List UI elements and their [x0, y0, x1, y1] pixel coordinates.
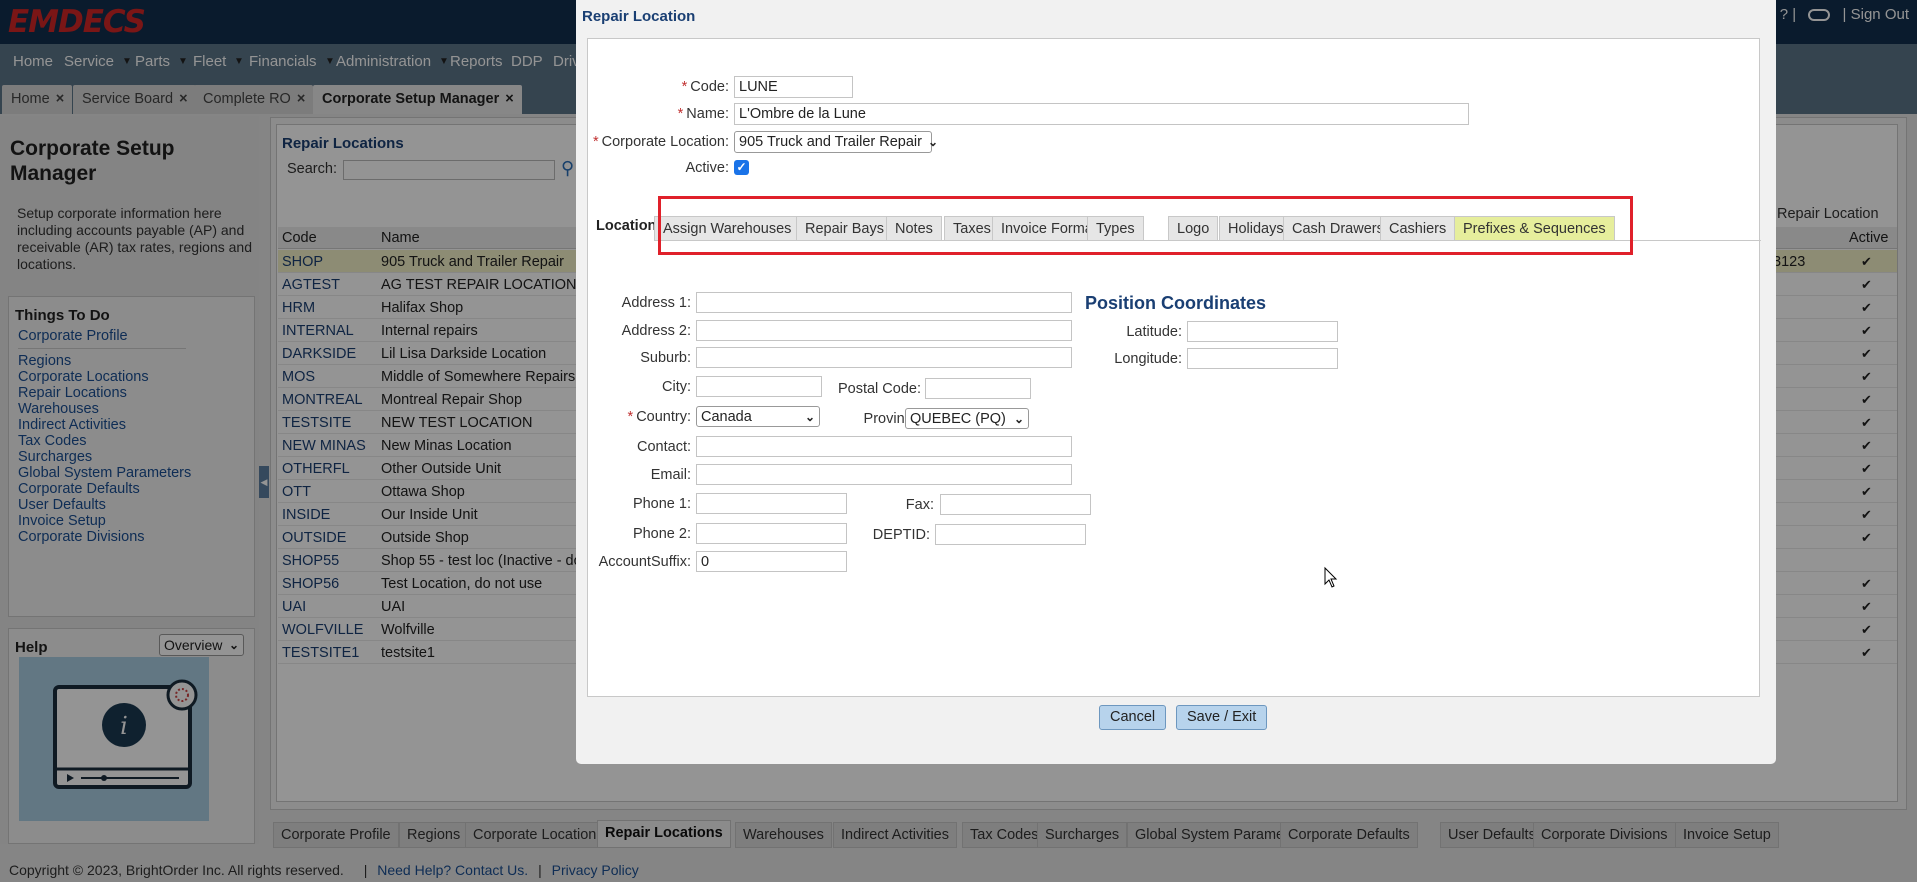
active-checkbox[interactable]: ✓ [734, 160, 749, 175]
phone2-label: Phone 2: [632, 526, 691, 542]
suburb-label: Suburb: [640, 350, 691, 366]
longitude-input[interactable] [1187, 348, 1338, 369]
dialog-title: Repair Location [582, 8, 696, 25]
corporate-location-select[interactable]: 905 Truck and Trailer Repair ⌄ [734, 131, 938, 153]
address1-label: Address 1: [621, 295, 691, 311]
fax-input[interactable] [940, 494, 1091, 515]
corporate-location-label: * Corporate Location: [592, 134, 729, 150]
account-suffix-label: AccountSuffix: [598, 554, 691, 570]
mouse-cursor-icon [1324, 566, 1338, 588]
postal-code-label: Postal Code: [837, 381, 921, 397]
suburb-input[interactable] [696, 347, 1072, 368]
phone2-input[interactable] [696, 523, 847, 544]
cancel-button[interactable]: Cancel [1099, 705, 1167, 730]
account-suffix-input[interactable]: 0 [696, 551, 847, 572]
code-label: * Code: [681, 79, 729, 95]
email-label: Email: [650, 467, 691, 483]
active-label: Active: [685, 160, 729, 176]
chevron-down-icon: ⌄ [927, 135, 939, 149]
address2-label: Address 2: [621, 323, 691, 339]
phone1-input[interactable] [696, 493, 847, 514]
name-label: * Name: [677, 106, 729, 122]
deptid-input[interactable] [935, 524, 1086, 545]
longitude-label: Longitude: [1114, 351, 1182, 367]
latitude-input[interactable] [1187, 321, 1338, 342]
address2-input[interactable] [696, 320, 1072, 341]
deptid-label: DEPTID: [872, 527, 930, 543]
contact-label: Contact: [637, 439, 691, 455]
code-input[interactable]: LUNE [734, 76, 853, 98]
save-exit-button[interactable]: Save / Exit [1176, 705, 1268, 730]
fax-label: Fax: [905, 497, 934, 513]
repair-location-dialog: Repair Location * Code: LUNE * Name: L'Omb… [576, 0, 1776, 764]
address1-input[interactable] [696, 292, 1072, 313]
chevron-down-icon: ⌄ [1013, 411, 1024, 426]
tabs-highlight-annotation [658, 196, 1633, 255]
country-select[interactable]: Canada ⌄ [696, 406, 820, 427]
city-label: City: [662, 379, 691, 395]
chevron-down-icon: ⌄ [804, 409, 815, 424]
latitude-label: Latitude: [1126, 324, 1182, 340]
province-select[interactable]: QUEBEC (PQ) ⌄ [905, 408, 1029, 429]
dialog-tab-location[interactable]: Location [588, 214, 665, 242]
contact-input[interactable] [696, 436, 1072, 457]
country-label: * Country: [627, 409, 691, 425]
phone1-label: Phone 1: [632, 496, 691, 512]
name-input[interactable]: L'Ombre de la Lune [734, 103, 1469, 125]
city-input[interactable] [696, 376, 822, 397]
position-coordinates-title: Position Coordinates [1085, 293, 1267, 313]
dialog-body: * Code: LUNE * Name: L'Ombre de la Lune * C… [587, 38, 1761, 697]
postal-code-input[interactable] [925, 378, 1031, 399]
email-input[interactable] [696, 464, 1072, 485]
